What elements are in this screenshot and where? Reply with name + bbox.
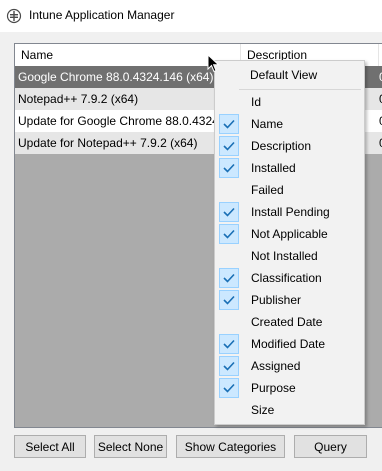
menu-item-description[interactable]: Description <box>217 135 363 157</box>
menu-item-label: Created Date <box>251 315 323 329</box>
menu-item-created-date[interactable]: Created Date <box>217 311 363 333</box>
menu-item-assigned[interactable]: Assigned <box>217 355 363 377</box>
checkmark-icon <box>219 202 239 222</box>
menu-item-label: Description <box>251 139 312 153</box>
menu-item-label: Size <box>251 403 275 417</box>
checkmark-icon <box>219 356 239 376</box>
menu-item-publisher[interactable]: Publisher <box>217 289 363 311</box>
menu-item-label: Install Pending <box>251 205 330 219</box>
row-name: Update for Google Chrome 88.0.4324.146 <box>15 110 215 132</box>
menu-item-failed[interactable]: Failed <box>217 179 363 201</box>
checkmark-icon <box>219 224 239 244</box>
menu-item-label: Name <box>251 117 284 131</box>
row-name: Update for Notepad++ 7.9.2 (x64) <box>15 132 215 154</box>
menu-item-id[interactable]: Id <box>217 91 363 113</box>
checkmark-icon <box>219 158 239 178</box>
menu-item-purpose[interactable]: Purpose <box>217 377 363 399</box>
window-title: Intune Application Manager <box>29 8 175 22</box>
menu-separator <box>239 89 361 90</box>
menu-item-label: Modified Date <box>251 337 326 351</box>
menu-item-label: Not Installed <box>251 249 318 263</box>
row-extra: 0 <box>376 110 382 132</box>
menu-item-size[interactable]: Size <box>217 399 363 421</box>
menu-item-installed[interactable]: Installed <box>217 157 363 179</box>
checkmark-icon <box>219 378 239 398</box>
checkmark-icon <box>219 290 239 310</box>
show-categories-button[interactable]: Show Categories <box>176 435 285 458</box>
checkmark-icon <box>219 114 239 134</box>
menu-item-label: Id <box>251 95 262 109</box>
query-button[interactable]: Query <box>294 435 367 458</box>
mouse-cursor-icon <box>207 53 221 74</box>
menu-item-label: Assigned <box>251 359 301 373</box>
menu-item-modified-date[interactable]: Modified Date <box>217 333 363 355</box>
menu-item-not-installed[interactable]: Not Installed <box>217 245 363 267</box>
title-bar: Intune Application Manager <box>0 0 382 32</box>
menu-item-label: Classification <box>251 271 322 285</box>
select-all-button[interactable]: Select All <box>14 435 86 458</box>
column-context-menu: Default View Id Name Description Installed F… <box>214 60 365 425</box>
menu-item-label: Installed <box>251 161 296 175</box>
menu-item-install-pending[interactable]: Install Pending <box>217 201 363 223</box>
menu-item-default-view[interactable]: Default View <box>217 64 363 86</box>
row-name: Google Chrome 88.0.4324.146 (x64) <box>18 70 214 84</box>
menu-item-label: Not Applicable <box>251 227 328 241</box>
menu-item-label: Default View <box>250 68 318 82</box>
menu-item-not-applicable[interactable]: Not Applicable <box>217 223 363 245</box>
menu-item-classification[interactable]: Classification <box>217 267 363 289</box>
menu-item-label: Failed <box>251 183 284 197</box>
checkmark-icon <box>219 334 239 354</box>
menu-item-name[interactable]: Name <box>217 113 363 135</box>
row-extra: 0 <box>376 66 382 88</box>
row-extra: 0 <box>376 88 382 110</box>
column-header-name-label: Name <box>21 48 54 62</box>
row-extra: 0 <box>376 132 382 154</box>
select-none-button[interactable]: Select None <box>94 435 167 458</box>
checkmark-icon <box>219 136 239 156</box>
checkmark-icon <box>219 268 239 288</box>
menu-item-label: Publisher <box>251 293 302 307</box>
app-icon <box>6 8 22 24</box>
row-name: Notepad++ 7.9.2 (x64) <box>15 88 215 110</box>
menu-item-label: Purpose <box>251 381 296 395</box>
